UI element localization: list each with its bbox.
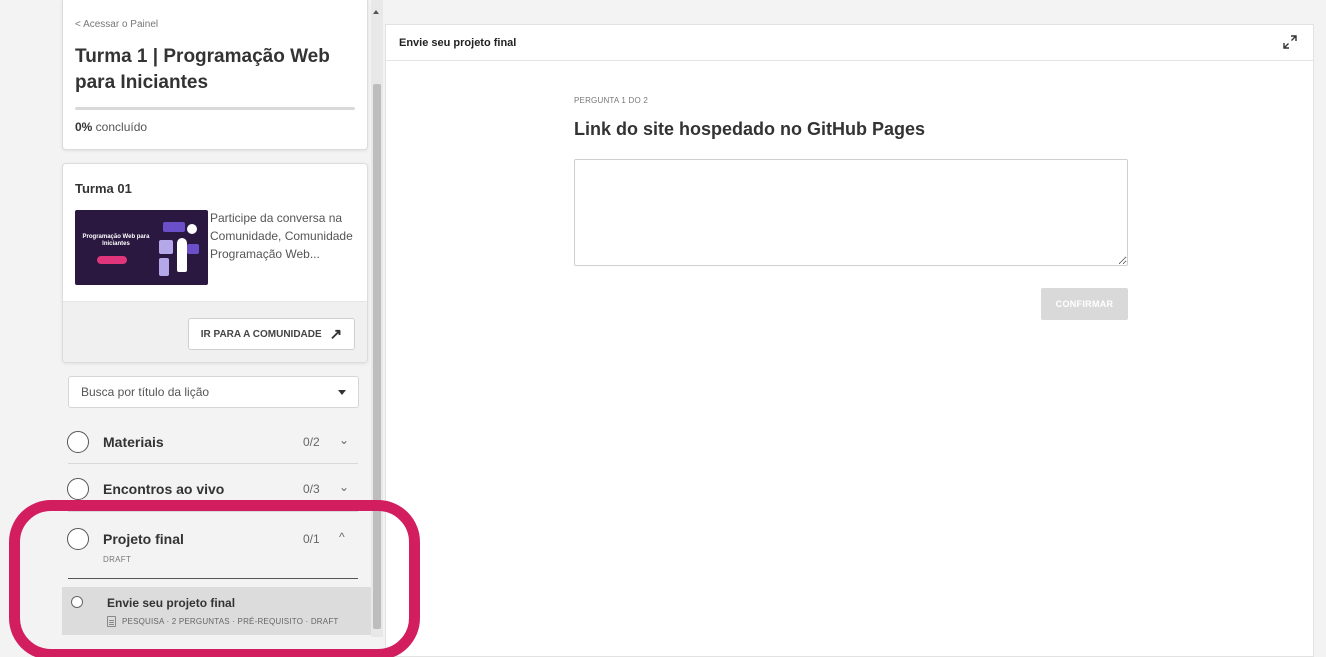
arrow-up-right-icon: ↗: [329, 326, 343, 343]
back-to-dashboard-link[interactable]: < Acessar o Painel: [75, 19, 158, 30]
status-circle-icon: [67, 431, 89, 453]
lesson-item-envie-projeto-final[interactable]: Envie seu projeto final PESQUISA · 2 PER…: [62, 587, 372, 635]
course-title: Turma 1 | Programação Web para Iniciante…: [75, 46, 330, 93]
thumbnail-decoration: [159, 240, 173, 254]
sidebar-scrollbar[interactable]: [371, 0, 383, 637]
thumbnail-person-illustration: [177, 238, 187, 272]
survey-document-icon: [107, 616, 116, 627]
lesson-meta-text: PESQUISA · 2 PERGUNTAS · PRÉ-REQUISITO ·…: [122, 617, 339, 626]
question-title: Link do site hospedado no GitHub Pages: [574, 119, 926, 139]
community-thumbnail: Programação Web para Iniciantes: [75, 210, 208, 285]
sidebar: < Acessar o Painel Turma 1 | Programação…: [0, 0, 385, 657]
section-divider: [68, 578, 358, 579]
chevron-down-icon[interactable]: ⌄: [339, 433, 349, 447]
community-description: Participe da conversa na Comunidade, Com…: [210, 211, 353, 261]
section-materiais[interactable]: Materiais 0/2 ⌄: [62, 418, 368, 464]
section-divider: [68, 511, 358, 512]
lesson-meta: PESQUISA · 2 PERGUNTAS · PRÉ-REQUISITO ·…: [107, 616, 339, 627]
thumbnail-pill: [97, 256, 127, 264]
section-projeto-final[interactable]: Projeto final 0/1 ^ DRAFT: [62, 515, 368, 564]
scrollbar-thumb[interactable]: [373, 84, 381, 629]
section-status-badge: DRAFT: [103, 555, 132, 564]
community-card: Turma 01 Programação Web para Iniciantes…: [62, 163, 368, 363]
confirm-button[interactable]: CONFIRMAR: [1041, 288, 1128, 320]
lesson-search-select[interactable]: Busca por título da lição: [68, 376, 359, 408]
thumbnail-decoration: [187, 244, 199, 254]
thumbnail-decoration: [159, 258, 169, 276]
lesson-search-placeholder: Busca por título da lição: [81, 385, 210, 399]
question-counter: PERGUNTA 1 DO 2: [574, 96, 648, 105]
scroll-up-arrow-icon[interactable]: [373, 10, 379, 14]
thumbnail-title: Programação Web para Iniciantes: [82, 234, 150, 247]
community-title: Turma 01: [75, 181, 132, 196]
answer-textarea[interactable]: [574, 159, 1128, 266]
status-circle-icon: [67, 478, 89, 500]
expand-icon[interactable]: [1283, 35, 1297, 49]
status-circle-icon: [71, 596, 83, 608]
section-divider: [68, 463, 358, 464]
main-header-title: Envie seu projeto final: [399, 37, 517, 49]
community-footer: IR PARA A COMUNIDADE ↗: [63, 301, 367, 362]
sidebar-content: < Acessar o Painel Turma 1 | Programação…: [62, 0, 372, 657]
section-count: 0/1: [303, 532, 320, 546]
go-to-community-button[interactable]: IR PARA A COMUNIDADE ↗: [188, 318, 355, 350]
course-card: < Acessar o Painel Turma 1 | Programação…: [62, 0, 368, 150]
chevron-down-icon[interactable]: ⌄: [339, 480, 349, 494]
lesson-title: Envie seu projeto final: [107, 596, 236, 610]
progress-suffix: concluído: [92, 120, 148, 134]
status-circle-icon: [67, 528, 89, 550]
thumbnail-decoration: [187, 224, 197, 234]
chevron-up-icon[interactable]: ^: [339, 530, 345, 544]
caret-down-icon: [338, 390, 346, 395]
progress-percent: 0%: [75, 120, 93, 134]
progress-text: 0% concluído: [75, 120, 147, 134]
section-count: 0/3: [303, 482, 320, 496]
section-label: Projeto final: [103, 531, 184, 547]
section-count: 0/2: [303, 435, 320, 449]
section-encontros-ao-vivo[interactable]: Encontros ao vivo 0/3 ⌄: [62, 465, 368, 511]
go-to-community-label: IR PARA A COMUNIDADE: [200, 328, 322, 340]
section-label: Encontros ao vivo: [103, 481, 225, 497]
main-panel: Envie seu projeto final PERGUNTA 1 DO 2 …: [385, 24, 1314, 657]
thumbnail-decoration: [163, 222, 185, 232]
section-label: Materiais: [103, 434, 164, 450]
main-header: Envie seu projeto final: [386, 25, 1313, 61]
progress-bar: [75, 107, 355, 110]
